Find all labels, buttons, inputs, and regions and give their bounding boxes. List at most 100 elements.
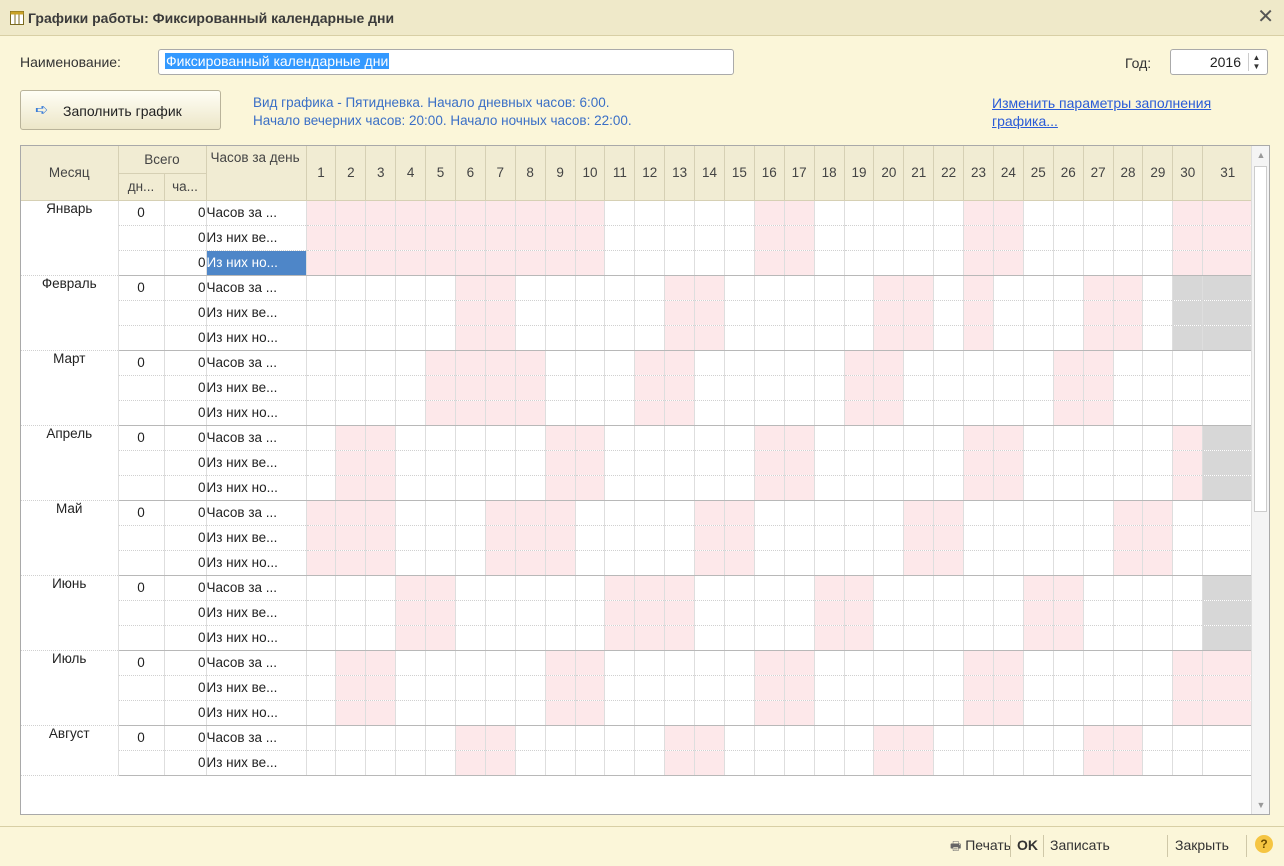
day-cell[interactable] [814, 425, 845, 451]
month-hours-total[interactable]: 0 [164, 475, 207, 501]
day-cell[interactable] [634, 550, 666, 576]
day-cell[interactable] [694, 650, 725, 676]
day-cell[interactable] [993, 750, 1024, 776]
day-cell[interactable] [903, 525, 935, 551]
day-cell[interactable] [425, 750, 456, 776]
day-cell[interactable] [604, 450, 636, 476]
vertical-scrollbar[interactable]: ▲ ▼ [1251, 146, 1269, 814]
day-cell[interactable] [306, 450, 337, 476]
day-cell[interactable] [1142, 550, 1174, 576]
col-header-hours-per-day[interactable]: Часов за день [206, 146, 307, 201]
day-cell[interactable] [575, 200, 606, 226]
day-cell[interactable] [485, 750, 516, 776]
day-cell[interactable] [455, 625, 486, 651]
day-cell[interactable] [335, 550, 367, 576]
day-cell[interactable] [844, 400, 875, 426]
day-cell[interactable] [604, 250, 636, 276]
day-cell[interactable] [754, 700, 785, 726]
day-cell[interactable] [335, 575, 367, 601]
day-cell[interactable] [1172, 650, 1204, 676]
day-cell[interactable] [963, 400, 994, 426]
day-cell[interactable] [784, 200, 815, 226]
month-hours-total[interactable]: 0 [164, 625, 207, 651]
month-hours-total[interactable]: 0 [164, 675, 207, 701]
day-cell[interactable] [545, 375, 576, 401]
day-cell[interactable] [306, 550, 337, 576]
month-hours-total[interactable]: 0 [164, 650, 207, 676]
day-cell[interactable] [1172, 700, 1204, 726]
row-type-label[interactable]: Часов за ... [206, 575, 307, 601]
day-cell[interactable] [545, 325, 576, 351]
day-cell[interactable] [1083, 625, 1114, 651]
day-cell[interactable] [1113, 550, 1144, 576]
day-cell[interactable] [1142, 300, 1174, 326]
day-cell[interactable] [634, 500, 666, 526]
day-cell[interactable] [1172, 475, 1204, 501]
day-cell[interactable] [455, 275, 486, 301]
day-cell[interactable] [903, 425, 935, 451]
day-cell[interactable] [1172, 600, 1204, 626]
day-cell[interactable] [604, 725, 636, 751]
day-cell[interactable] [1113, 725, 1144, 751]
day-cell[interactable] [903, 250, 935, 276]
day-cell[interactable] [604, 675, 636, 701]
day-cell[interactable] [1172, 575, 1204, 601]
day-cell[interactable] [873, 250, 905, 276]
day-cell[interactable] [694, 675, 725, 701]
col-header-day[interactable]: 4 [395, 146, 427, 201]
day-cell[interactable] [844, 750, 875, 776]
day-cell[interactable] [724, 625, 755, 651]
month-days-total[interactable] [118, 325, 165, 351]
day-cell[interactable] [844, 650, 875, 676]
day-cell[interactable] [335, 700, 367, 726]
day-cell[interactable] [575, 300, 606, 326]
ok-button[interactable]: OK [1017, 837, 1038, 853]
day-cell[interactable] [485, 500, 516, 526]
day-cell[interactable] [395, 550, 427, 576]
day-cell[interactable] [903, 200, 935, 226]
day-cell[interactable] [1113, 675, 1144, 701]
day-cell[interactable] [724, 400, 755, 426]
month-days-total[interactable]: 0 [118, 275, 165, 301]
day-cell[interactable] [455, 575, 486, 601]
day-cell[interactable] [993, 650, 1024, 676]
day-cell[interactable] [306, 200, 337, 226]
day-cell[interactable] [664, 575, 696, 601]
day-cell[interactable] [1023, 575, 1054, 601]
day-cell[interactable] [634, 300, 666, 326]
day-cell[interactable] [306, 225, 337, 251]
day-cell[interactable] [784, 750, 815, 776]
day-cell[interactable] [1023, 750, 1054, 776]
day-cell[interactable] [933, 500, 965, 526]
day-cell[interactable] [963, 450, 994, 476]
day-cell[interactable] [395, 400, 427, 426]
day-cell[interactable] [993, 550, 1024, 576]
day-cell[interactable] [724, 650, 755, 676]
day-cell[interactable] [724, 425, 755, 451]
day-cell[interactable] [604, 525, 636, 551]
day-cell[interactable] [604, 575, 636, 601]
day-cell[interactable] [694, 400, 725, 426]
day-cell[interactable] [425, 350, 456, 376]
day-cell[interactable] [664, 500, 696, 526]
day-cell[interactable] [963, 650, 994, 676]
day-cell[interactable] [365, 325, 397, 351]
day-cell[interactable] [754, 750, 785, 776]
day-cell[interactable] [575, 525, 606, 551]
day-cell[interactable] [515, 450, 546, 476]
day-cell[interactable] [515, 650, 546, 676]
day-cell[interactable] [993, 300, 1024, 326]
day-cell[interactable] [933, 250, 965, 276]
day-cell[interactable] [694, 325, 725, 351]
day-cell[interactable] [1202, 425, 1254, 451]
month-hours-total[interactable]: 0 [164, 725, 207, 751]
month-days-total[interactable] [118, 700, 165, 726]
day-cell[interactable] [844, 575, 875, 601]
day-cell[interactable] [784, 325, 815, 351]
day-cell[interactable] [844, 200, 875, 226]
day-cell[interactable] [1113, 275, 1144, 301]
day-cell[interactable] [664, 525, 696, 551]
day-cell[interactable] [754, 425, 785, 451]
day-cell[interactable] [993, 700, 1024, 726]
day-cell[interactable] [306, 250, 337, 276]
